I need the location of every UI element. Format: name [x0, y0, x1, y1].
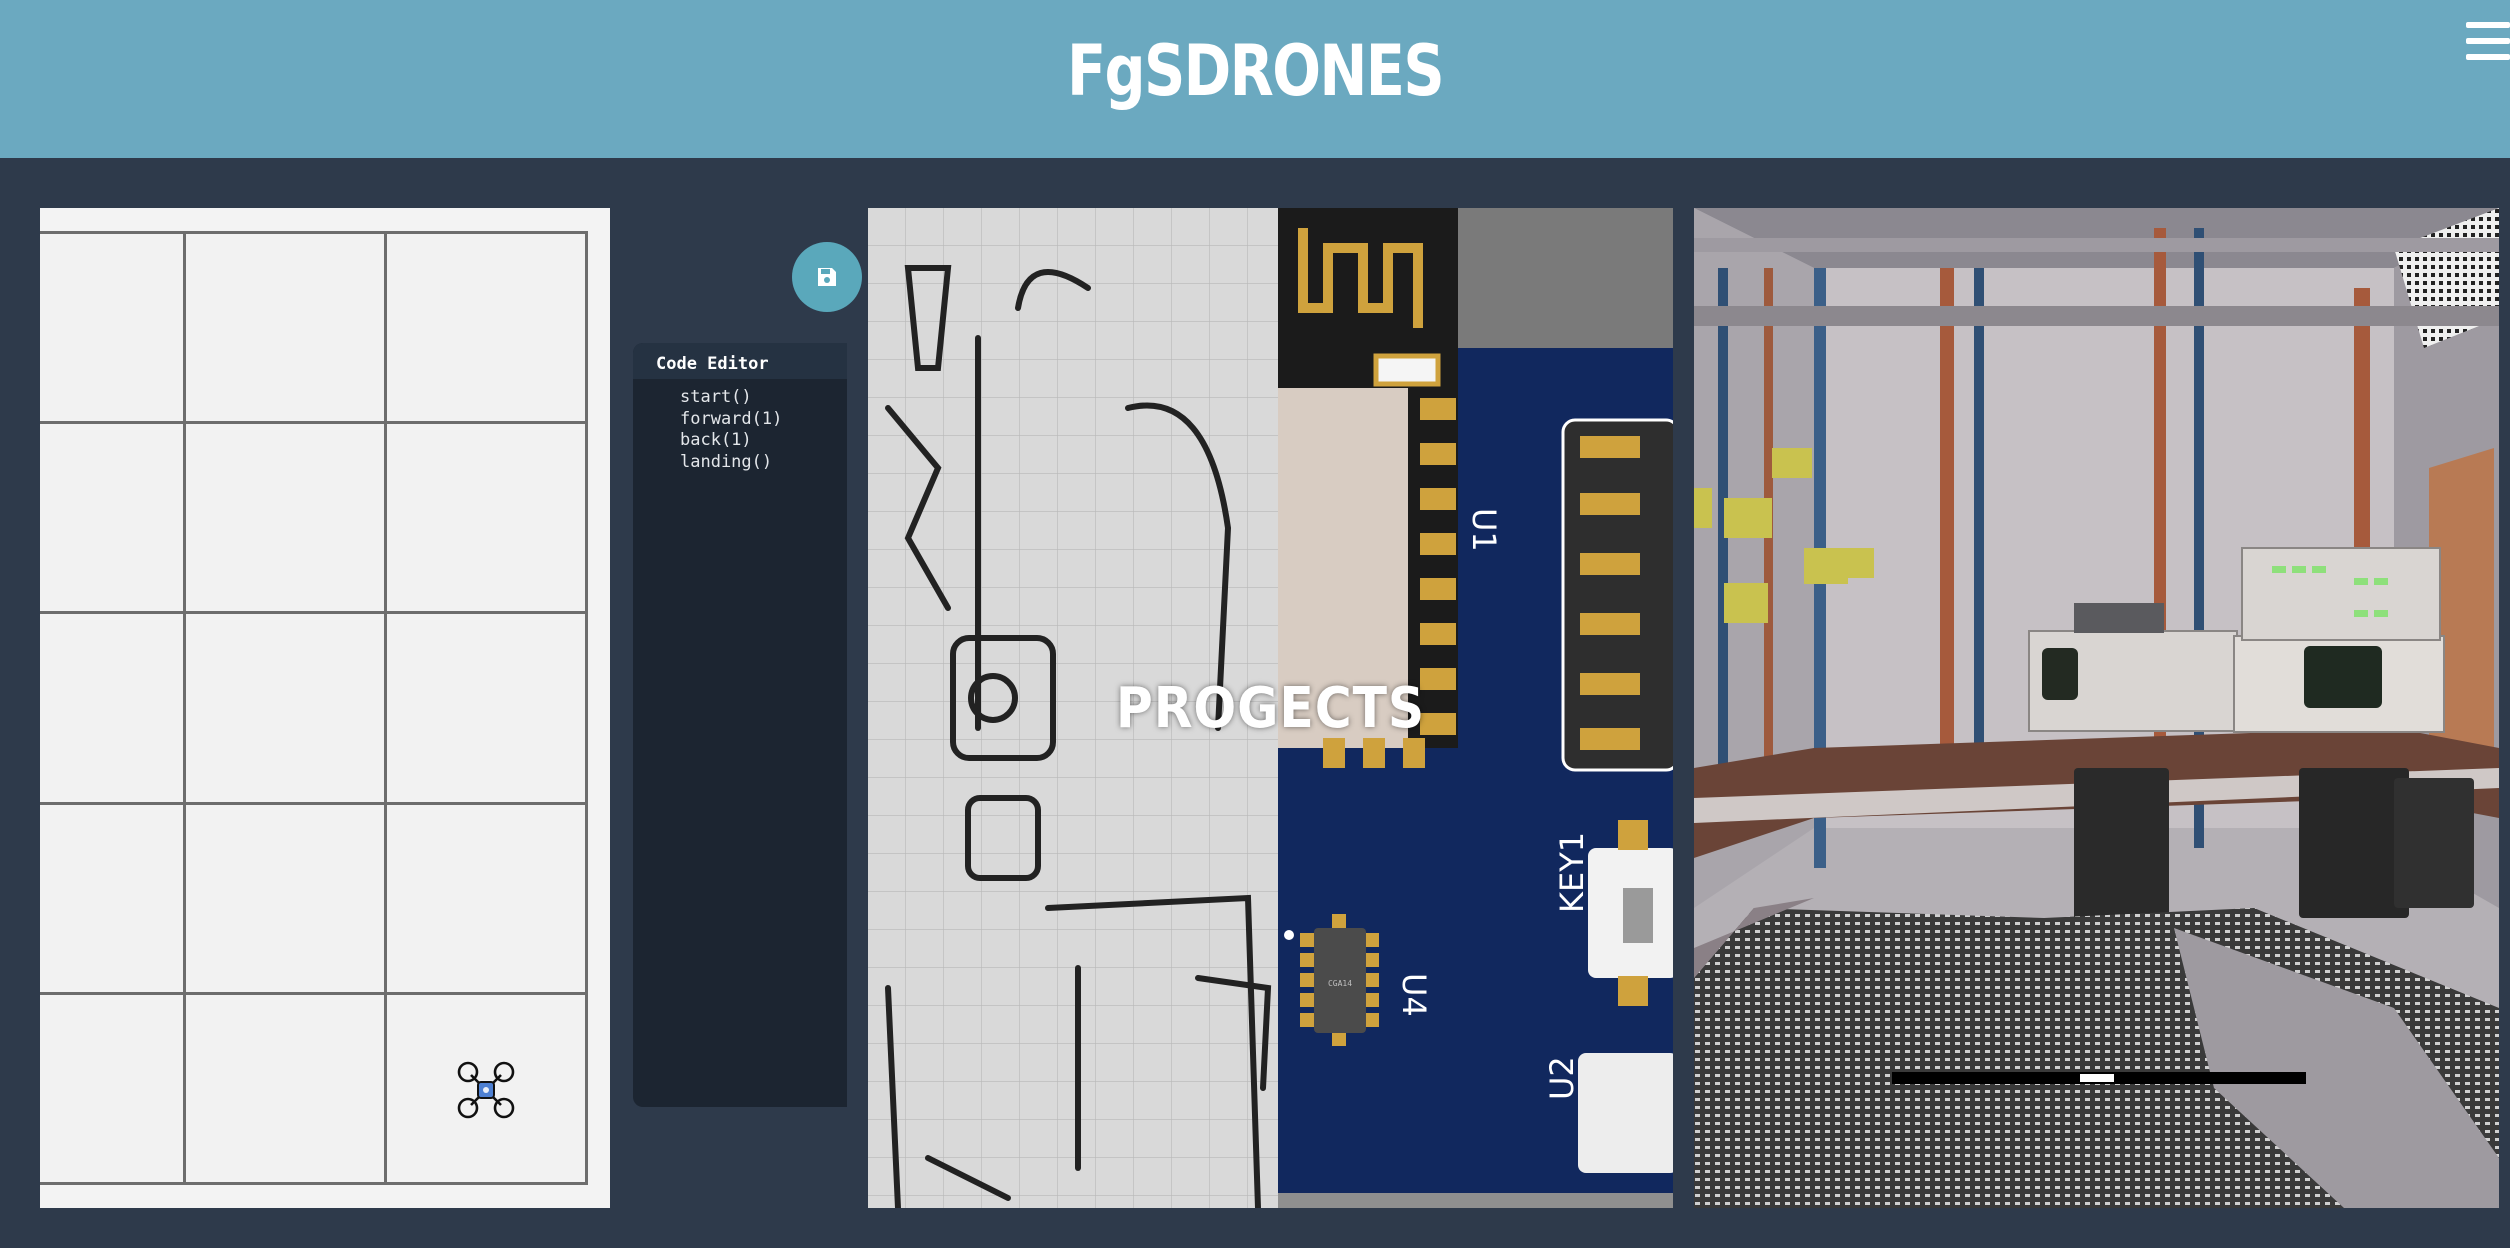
3d-scene-view[interactable] [1694, 208, 2499, 1208]
pcb-gray-area [1458, 208, 1673, 348]
key-button-cap [1623, 888, 1653, 943]
grid-cell[interactable] [40, 230, 187, 425]
3d-scene-render [1694, 208, 2499, 1208]
code-line[interactable]: start() [680, 387, 847, 409]
grid-cell[interactable] [40, 801, 187, 995]
drone-icon[interactable] [455, 1059, 517, 1121]
grid-cell[interactable] [183, 611, 387, 805]
flight-grid [40, 230, 589, 1186]
code-line[interactable]: back(1) [680, 430, 847, 452]
grid-cell[interactable] [383, 991, 589, 1186]
grid-cell[interactable] [40, 421, 187, 615]
hamburger-menu-icon[interactable] [2466, 22, 2510, 64]
flight-grid-panel [40, 208, 610, 1208]
grid-cell[interactable] [383, 230, 589, 425]
pcb-label-u1: U1 [1465, 508, 1503, 552]
pcb-label-u2: U2 [1543, 1056, 1581, 1100]
grid-cell[interactable] [40, 611, 187, 805]
pcb-label-key1: KEY1 [1553, 832, 1591, 913]
grid-cell[interactable] [383, 611, 589, 805]
code-editor-body[interactable]: start() forward(1) back(1) landing() [633, 379, 847, 473]
floppy-disk-icon [818, 268, 836, 286]
grid-cell[interactable] [183, 991, 387, 1186]
u2-component [1578, 1053, 1673, 1173]
code-editor-title: Code Editor [633, 343, 847, 379]
led-component [1373, 353, 1441, 387]
grid-cell[interactable] [40, 991, 187, 1186]
app-header: FgSDRONES [0, 0, 2510, 158]
projects-panel[interactable]: CGA14 U1 KEY1 U4 U2 PROGECTS [868, 208, 1673, 1208]
save-button[interactable] [792, 242, 862, 312]
grid-cell[interactable] [383, 801, 589, 995]
u4-chip-text: CGA14 [1328, 979, 1352, 988]
pcb-label-u4: U4 [1395, 973, 1433, 1017]
grid-cell[interactable] [383, 421, 589, 615]
code-editor[interactable]: Code Editor start() forward(1) back(1) l… [633, 343, 847, 1107]
grid-cell[interactable] [183, 801, 387, 995]
loading-progress-thumb [2080, 1074, 2114, 1082]
brand-title: FgSDRONES [1066, 30, 1445, 112]
projects-label: PROGECTS [1115, 676, 1426, 741]
grid-cell[interactable] [183, 230, 387, 425]
code-line[interactable]: forward(1) [680, 409, 847, 431]
grid-cell[interactable] [183, 421, 387, 615]
code-line[interactable]: landing() [680, 452, 847, 474]
